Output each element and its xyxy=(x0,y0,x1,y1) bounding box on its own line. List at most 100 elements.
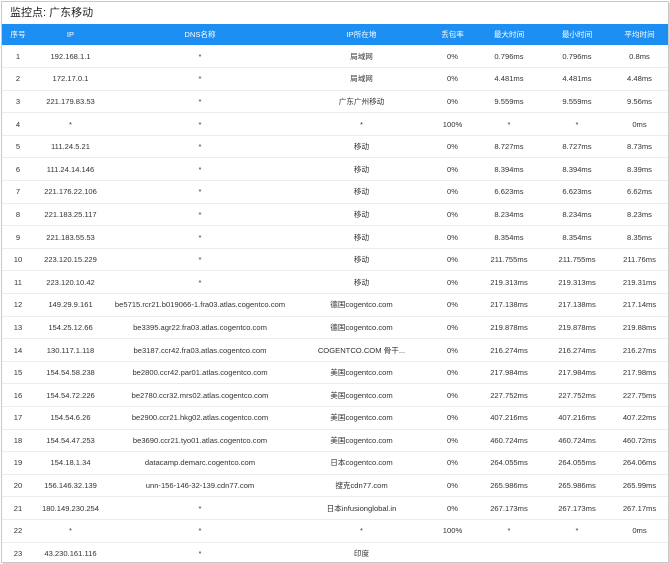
cell-location: 移动 xyxy=(293,248,430,272)
cell-avg-time: 219.88ms xyxy=(611,316,668,340)
cell-max-time: 227.752ms xyxy=(475,383,543,407)
cell-max-time: 6.623ms xyxy=(475,180,543,204)
cell-dns: be3690.ccr21.tyo01.atlas.cogentco.com xyxy=(107,429,293,453)
cell-min-time: 407.216ms xyxy=(543,406,611,430)
cell-avg-time: 219.31ms xyxy=(611,270,668,295)
cell-index: 5 xyxy=(2,135,34,159)
cell-max-time: 265.986ms xyxy=(475,474,543,498)
cell-index: 9 xyxy=(2,225,34,249)
cell-loss: 0% xyxy=(430,157,475,182)
cell-dns: * xyxy=(107,45,293,69)
cell-min-time: 8.727ms xyxy=(543,135,611,159)
cell-ip: 221.176.22.106 xyxy=(34,180,107,204)
table-row: 15 154.54.58.238 be2800.ccr42.par01.atlas.… xyxy=(2,361,668,385)
cell-ip: 221.183.55.53 xyxy=(34,225,107,249)
cell-avg-time: 8.23ms xyxy=(611,203,668,227)
cell-loss: 0% xyxy=(430,293,475,317)
cell-location: 广东广州移动 xyxy=(293,90,430,114)
table-row: 13 154.25.12.66 be3395.agr22.fra03.atlas.c… xyxy=(2,316,668,340)
cell-ip: 223.120.15.229 xyxy=(34,248,107,272)
cell-location: 美国cogentco.com xyxy=(293,383,430,407)
cell-loss: 0% xyxy=(430,270,475,295)
cell-loss: 0% xyxy=(430,429,475,453)
cell-min-time: 219.313ms xyxy=(543,270,611,295)
cell-loss xyxy=(430,542,475,562)
cell-avg-time: 211.76ms xyxy=(611,248,668,272)
cell-location: 美国cogentco.com xyxy=(293,361,430,385)
cell-index: 15 xyxy=(2,361,34,385)
cell-ip: 154.54.47.253 xyxy=(34,429,107,453)
cell-index: 18 xyxy=(2,429,34,453)
cell-avg-time: 217.14ms xyxy=(611,293,668,317)
cell-index: 7 xyxy=(2,180,34,204)
cell-dns: * xyxy=(107,157,293,182)
cell-index: 8 xyxy=(2,203,34,227)
col-header-index: 序号 xyxy=(10,30,26,39)
cell-location: 德国cogentco.com xyxy=(293,293,430,317)
col-header-dns: DNS名称 xyxy=(184,30,216,39)
cell-loss: 0% xyxy=(430,451,475,475)
col-header-avg-time: 平均时间 xyxy=(624,30,655,39)
cell-loss: 0% xyxy=(430,90,475,114)
cell-index: 3 xyxy=(2,90,34,114)
cell-dns: be2900.ccr21.hkg02.atlas.cogentco.com xyxy=(107,406,293,430)
cell-index: 17 xyxy=(2,406,34,430)
cell-location: 移动 xyxy=(293,270,430,295)
cell-avg-time: 0ms xyxy=(611,112,668,136)
cell-loss: 0% xyxy=(430,383,475,407)
cell-avg-time: 8.73ms xyxy=(611,135,668,159)
cell-avg-time: 8.39ms xyxy=(611,157,668,182)
cell-min-time: 8.394ms xyxy=(543,157,611,182)
cell-dns: * xyxy=(107,270,293,295)
cell-loss: 0% xyxy=(430,180,475,204)
screenshot-frame: 监控点: 广东移动 序号 IP DNS名称 IP所在地 丢包率 最大时间 最小时… xyxy=(1,1,669,563)
cell-location: 局域网 xyxy=(293,45,430,69)
cell-min-time: 0.796ms xyxy=(543,45,611,69)
cell-index: 10 xyxy=(2,248,34,272)
table-row: 8 221.183.25.117 * 移动 0% 8.234ms 8.234ms 8.23ms xyxy=(2,203,668,227)
cell-index: 16 xyxy=(2,383,34,407)
cell-location: 美国cogentco.com xyxy=(293,406,430,430)
cell-index: 13 xyxy=(2,316,34,340)
col-header-location: IP所在地 xyxy=(346,30,377,39)
cell-ip: 154.54.58.238 xyxy=(34,361,107,385)
col-header-min-time: 最小时间 xyxy=(561,30,593,39)
cell-ip: 154.25.12.66 xyxy=(34,316,107,340)
cell-max-time: 211.755ms xyxy=(475,248,543,272)
cell-dns: * xyxy=(107,90,293,114)
cell-location: 美国cogentco.com xyxy=(293,429,430,453)
cell-avg-time: 227.75ms xyxy=(611,383,668,407)
cell-ip: 111.24.5.21 xyxy=(34,135,107,159)
cell-avg-time: 265.99ms xyxy=(611,474,668,498)
cell-loss: 0% xyxy=(430,135,475,159)
cell-max-time: 407.216ms xyxy=(475,406,543,430)
cell-location: 搜克cdn77.com xyxy=(293,474,430,498)
monitor-title: 监控点: 广东移动 xyxy=(10,7,94,19)
cell-dns: be3395.agr22.fra03.atlas.cogentco.com xyxy=(107,316,293,340)
cell-avg-time: 216.27ms xyxy=(611,338,668,362)
cell-max-time: 9.559ms xyxy=(475,90,543,114)
cell-dns: be5715.rcr21.b019066-1.fra03.atlas.cogen… xyxy=(107,293,293,317)
cell-min-time xyxy=(543,542,611,562)
col-header-max-time: 最大时间 xyxy=(493,30,525,39)
cell-max-time: 217.138ms xyxy=(475,293,543,317)
cell-avg-time: 460.72ms xyxy=(611,429,668,453)
table-row: 1 192.168.1.1 * 局域网 0% 0.796ms 0.796ms 0.8ms xyxy=(2,45,668,69)
cell-dns: * xyxy=(107,203,293,227)
cell-dns: be3187.ccr42.fra03.atlas.cogentco.com xyxy=(107,338,293,362)
cell-min-time: * xyxy=(543,519,611,543)
cell-loss: 0% xyxy=(430,361,475,385)
cell-dns: unn-156-146-32-139.cdn77.com xyxy=(107,474,293,498)
cell-location: 德国cogentco.com xyxy=(293,316,430,340)
cell-min-time: 9.559ms xyxy=(543,90,611,114)
cell-index: 14 xyxy=(2,338,34,362)
cell-index: 23 xyxy=(2,542,34,562)
cell-ip: 180.149.230.254 xyxy=(34,496,107,520)
cell-max-time: 216.274ms xyxy=(475,338,543,362)
table-row: 21 180.149.230.254 * 日本infusionglobal.in 0% 2… xyxy=(2,496,668,520)
table-row: 2 172.17.0.1 * 局域网 0% 4.481ms 4.481ms 4.48ms xyxy=(2,67,668,91)
cell-max-time: 219.313ms xyxy=(475,270,543,295)
cell-dns: * xyxy=(107,180,293,204)
cell-max-time: 0.796ms xyxy=(475,45,543,69)
cell-loss: 100% xyxy=(430,112,475,136)
